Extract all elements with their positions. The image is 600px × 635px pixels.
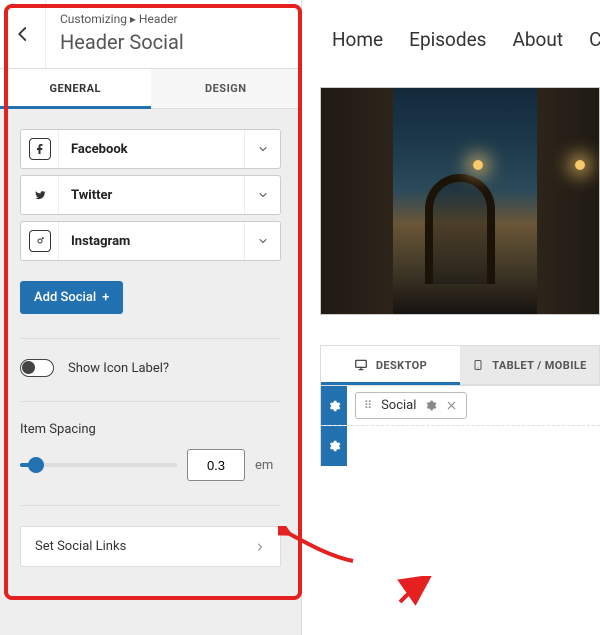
gear-icon[interactable] bbox=[424, 399, 437, 412]
header-builder: ⠿ Social bbox=[320, 386, 600, 466]
back-button[interactable] bbox=[0, 0, 46, 68]
nav-link[interactable]: About bbox=[512, 28, 563, 51]
item-spacing-input[interactable] bbox=[187, 449, 245, 481]
show-icon-label-text: Show Icon Label? bbox=[68, 361, 169, 376]
tab-general[interactable]: GENERAL bbox=[0, 69, 151, 109]
divider bbox=[20, 338, 281, 339]
row-settings-button[interactable] bbox=[321, 426, 347, 466]
social-label: Facebook bbox=[59, 142, 244, 157]
drag-handle-icon[interactable]: ⠿ bbox=[364, 399, 373, 412]
chip-label: Social bbox=[381, 398, 416, 413]
tab-desktop[interactable]: DESKTOP bbox=[321, 346, 460, 385]
add-social-label: Add Social bbox=[34, 290, 96, 305]
social-dropdown-toggle[interactable] bbox=[244, 222, 280, 260]
social-item-instagram[interactable]: Instagram bbox=[20, 221, 281, 261]
social-dropdown-toggle[interactable] bbox=[244, 176, 280, 214]
device-tabs: DESKTOP TABLET / MOBILE bbox=[320, 345, 600, 386]
customizer-sidebar: Customizing ▸ Header Header Social GENER… bbox=[0, 0, 302, 635]
tab-design[interactable]: DESIGN bbox=[151, 69, 302, 109]
item-spacing-slider[interactable] bbox=[20, 463, 177, 467]
social-item-twitter[interactable]: Twitter bbox=[20, 175, 281, 215]
site-nav: Home Episodes About C bbox=[302, 0, 600, 87]
builder-row[interactable] bbox=[321, 426, 600, 466]
divider bbox=[20, 401, 281, 402]
hero-image bbox=[320, 87, 600, 315]
social-label: Twitter bbox=[59, 188, 244, 203]
show-icon-label-row: Show Icon Label? bbox=[20, 359, 281, 377]
tablet-icon bbox=[472, 358, 484, 372]
row-settings-button[interactable] bbox=[321, 386, 347, 425]
set-social-links-button[interactable]: Set Social Links bbox=[20, 526, 281, 567]
sidebar-body: Facebook Twitter Instagram Add Soc bbox=[0, 109, 301, 587]
item-spacing-label: Item Spacing bbox=[20, 422, 281, 437]
nav-link[interactable]: Episodes bbox=[409, 28, 486, 51]
sidebar-header: Customizing ▸ Header Header Social bbox=[0, 0, 301, 69]
item-spacing-unit: em bbox=[255, 458, 281, 473]
social-label: Instagram bbox=[59, 234, 244, 249]
desktop-icon bbox=[354, 358, 368, 372]
builder-row[interactable]: ⠿ Social bbox=[321, 386, 600, 426]
sidebar-title-wrap: Customizing ▸ Header Header Social bbox=[46, 0, 198, 68]
plus-icon: + bbox=[102, 290, 109, 305]
set-social-links-label: Set Social Links bbox=[35, 539, 126, 554]
tab-tablet-mobile[interactable]: TABLET / MOBILE bbox=[460, 346, 599, 385]
social-dropdown-toggle[interactable] bbox=[244, 130, 280, 168]
tab-desktop-label: DESKTOP bbox=[376, 359, 427, 372]
facebook-icon bbox=[21, 130, 59, 168]
instagram-icon bbox=[21, 222, 59, 260]
chevron-right-icon bbox=[254, 541, 266, 553]
item-spacing-control: em bbox=[20, 449, 281, 481]
sidebar-tabs: GENERAL DESIGN bbox=[0, 69, 301, 109]
preview-pane: Home Episodes About C DESKTOP TABLET / M… bbox=[302, 0, 600, 635]
nav-link[interactable]: C bbox=[589, 28, 600, 51]
social-item-facebook[interactable]: Facebook bbox=[20, 129, 281, 169]
tab-tablet-label: TABLET / MOBILE bbox=[492, 359, 587, 372]
slider-thumb[interactable] bbox=[28, 457, 44, 473]
builder-chip-social[interactable]: ⠿ Social bbox=[355, 392, 467, 419]
close-icon[interactable] bbox=[445, 399, 458, 412]
add-social-button[interactable]: Add Social + bbox=[20, 281, 123, 314]
nav-link[interactable]: Home bbox=[332, 28, 383, 51]
twitter-icon bbox=[21, 176, 59, 214]
show-icon-label-toggle[interactable] bbox=[20, 359, 54, 377]
page-title: Header Social bbox=[60, 30, 184, 54]
divider bbox=[20, 505, 281, 506]
breadcrumb: Customizing ▸ Header bbox=[60, 12, 184, 26]
